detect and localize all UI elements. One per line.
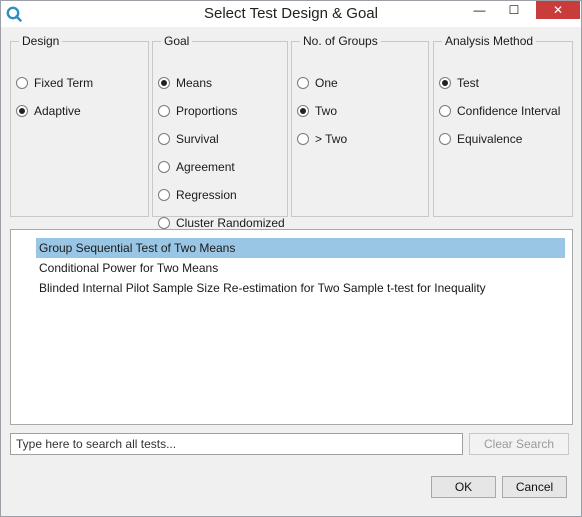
- ok-button[interactable]: OK: [431, 476, 496, 498]
- option-label: Means: [176, 76, 213, 90]
- radio-button[interactable]: [439, 133, 451, 145]
- analysis-legend: Analysis Method: [445, 34, 534, 48]
- search-input[interactable]: [10, 433, 463, 455]
- goal-legend: Goal: [164, 34, 190, 48]
- dialog-window: Select Test Design & Goal — ☐ ✕ Design F…: [0, 0, 582, 517]
- radio-button[interactable]: [297, 77, 309, 89]
- radio-button[interactable]: [158, 77, 170, 89]
- radio-button[interactable]: [16, 105, 28, 117]
- design-option-adaptive[interactable]: Adaptive: [16, 102, 81, 120]
- option-label: Regression: [176, 188, 237, 202]
- radio-button[interactable]: [158, 217, 170, 229]
- list-item[interactable]: Conditional Power for Two Means: [36, 258, 218, 278]
- maximize-button[interactable]: ☐: [495, 1, 533, 19]
- close-button[interactable]: ✕: [536, 1, 580, 19]
- goal-option-means[interactable]: Means: [158, 74, 212, 92]
- radio-button[interactable]: [439, 77, 451, 89]
- option-label: > Two: [315, 132, 348, 146]
- option-label: Cluster Randomized: [176, 216, 285, 230]
- groups-option-one[interactable]: One: [297, 74, 338, 92]
- analysis-option-confidence-interval[interactable]: Confidence Interval: [439, 102, 560, 120]
- design-group: Design Fixed Term Adaptive: [10, 34, 149, 217]
- test-results-list[interactable]: Group Sequential Test of Two Means Condi…: [10, 229, 573, 425]
- radio-button[interactable]: [297, 133, 309, 145]
- design-option-fixed-term[interactable]: Fixed Term: [16, 74, 93, 92]
- groups-option-two[interactable]: Two: [297, 102, 337, 120]
- groups-group: No. of Groups One Two > Two: [291, 34, 429, 217]
- goal-option-proportions[interactable]: Proportions: [158, 102, 237, 120]
- option-label: Agreement: [176, 160, 235, 174]
- goal-option-agreement[interactable]: Agreement: [158, 158, 235, 176]
- radio-button[interactable]: [16, 77, 28, 89]
- analysis-group: Analysis Method Test Confidence Interval…: [433, 34, 573, 217]
- title-bar: Select Test Design & Goal — ☐ ✕: [1, 1, 581, 27]
- analysis-option-equivalence[interactable]: Equivalence: [439, 130, 522, 148]
- groups-option-more-than-two[interactable]: > Two: [297, 130, 347, 148]
- option-label: Test: [457, 76, 480, 90]
- analysis-option-test[interactable]: Test: [439, 74, 479, 92]
- option-label: Equivalence: [457, 132, 523, 146]
- radio-button[interactable]: [158, 105, 170, 117]
- radio-button[interactable]: [439, 105, 451, 117]
- option-label: Two: [315, 104, 338, 118]
- radio-button[interactable]: [297, 105, 309, 117]
- option-label: Fixed Term: [34, 76, 94, 90]
- option-label: Proportions: [176, 104, 238, 118]
- list-item[interactable]: Group Sequential Test of Two Means: [36, 238, 565, 258]
- design-legend: Design: [22, 34, 60, 48]
- radio-button[interactable]: [158, 161, 170, 173]
- radio-button[interactable]: [158, 189, 170, 201]
- option-label: Survival: [176, 132, 219, 146]
- clear-search-button[interactable]: Clear Search: [469, 433, 569, 455]
- option-label: Adaptive: [34, 104, 81, 118]
- cancel-button[interactable]: Cancel: [502, 476, 567, 498]
- option-label: One: [315, 76, 338, 90]
- groups-legend: No. of Groups: [303, 34, 378, 48]
- list-item[interactable]: Blinded Internal Pilot Sample Size Re-es…: [36, 278, 486, 298]
- option-label: Confidence Interval: [457, 104, 561, 118]
- goal-option-survival[interactable]: Survival: [158, 130, 219, 148]
- goal-option-regression[interactable]: Regression: [158, 186, 237, 204]
- goal-group: Goal Means Proportions Survival Agreemen…: [152, 34, 288, 230]
- radio-button[interactable]: [158, 133, 170, 145]
